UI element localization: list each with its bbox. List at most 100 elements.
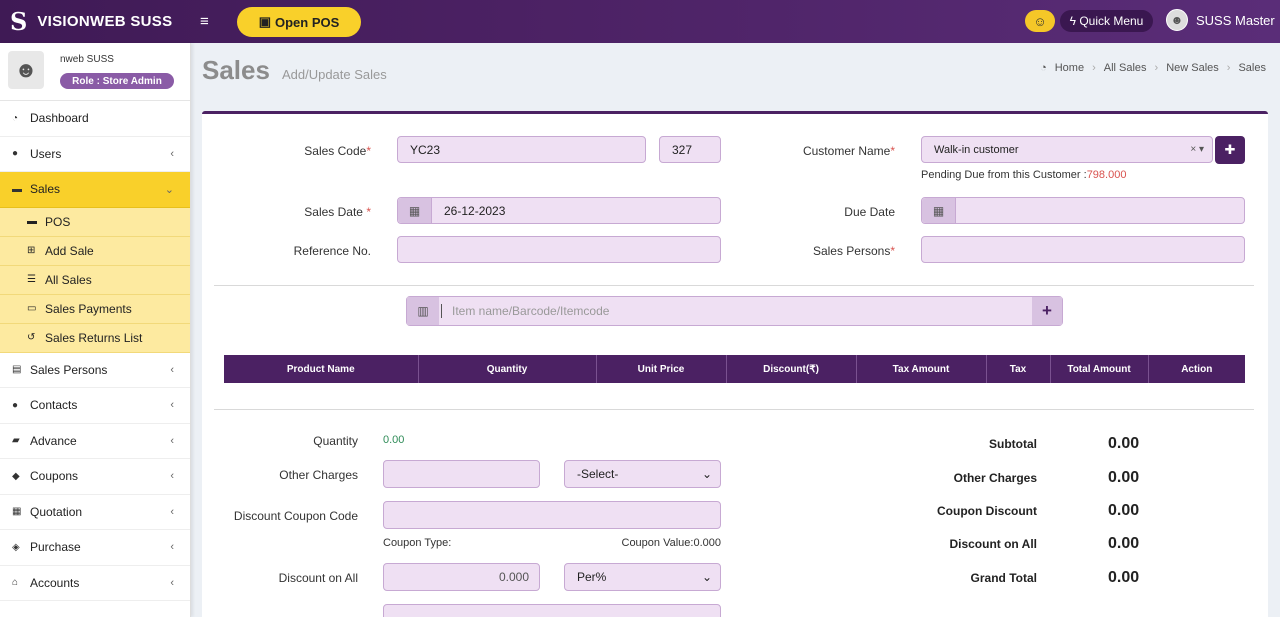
list-icon: ☰ bbox=[27, 274, 36, 285]
breadcrumb-home[interactable]: Home bbox=[1055, 62, 1084, 74]
undo-icon: ↺ bbox=[27, 332, 36, 343]
column-header: Quantity bbox=[418, 355, 597, 383]
item-search-bar[interactable]: ▥ Item name/Barcode/Itemcode + bbox=[406, 296, 1063, 326]
note-input[interactable] bbox=[383, 604, 721, 617]
due-date-input[interactable]: ▦ bbox=[921, 197, 1245, 224]
brand-logo[interactable]: S VISIONWEB SUSS bbox=[0, 0, 190, 43]
discount-type-select[interactable]: Per% ⌄ bbox=[564, 563, 721, 591]
tag-icon: ◆ bbox=[12, 470, 20, 482]
sidebar-subitem-sales-returns[interactable]: ↺ Sales Returns List bbox=[0, 323, 190, 353]
sales-persons-input[interactable] bbox=[921, 236, 1245, 263]
other-charges-input[interactable] bbox=[383, 460, 540, 488]
other-charges-select-value: -Select- bbox=[577, 467, 619, 481]
reference-no-input[interactable] bbox=[397, 236, 721, 263]
discount-on-all-input[interactable]: 0.000 bbox=[383, 563, 540, 591]
user-menu[interactable]: ☻ SUSS Master bbox=[1166, 9, 1275, 31]
breadcrumb-separator: › bbox=[1092, 62, 1096, 74]
barcode-icon: ▥ bbox=[407, 297, 439, 325]
sidebar-item-quotation[interactable]: ▦ Quotation ‹ bbox=[0, 495, 190, 530]
sidebar-item-dashboard[interactable]: ◔ Dashboard bbox=[0, 101, 190, 137]
sidebar: ☻ nweb SUSS Role : Store Admin ◔ Dashboa… bbox=[0, 43, 191, 617]
sidebar-subitem-label: Sales Payments bbox=[45, 301, 132, 316]
bank-icon: ⌂ bbox=[12, 577, 19, 589]
sidebar-item-coupons[interactable]: ◆ Coupons ‹ bbox=[0, 459, 190, 495]
breadcrumb-new-sales[interactable]: New Sales bbox=[1166, 62, 1219, 74]
pending-due-text: Pending Due from this Customer :798.000 bbox=[921, 169, 1127, 181]
column-header: Action bbox=[1148, 355, 1245, 383]
sidebar-profile: ☻ nweb SUSS Role : Store Admin bbox=[0, 43, 190, 101]
chevron-down-icon: ⌄ bbox=[701, 570, 712, 584]
quantity-value: 0.00 bbox=[383, 434, 405, 446]
open-pos-button[interactable]: ▣ Open POS bbox=[237, 7, 361, 37]
calendar-icon: ▦ bbox=[398, 198, 432, 223]
money-icon: ▭ bbox=[27, 303, 37, 314]
breadcrumb-all-sales[interactable]: All Sales bbox=[1104, 62, 1147, 74]
grand-total-value: 0.00 bbox=[1108, 569, 1140, 586]
users-icon: ● bbox=[12, 399, 19, 411]
chevron-left-icon: ‹ bbox=[170, 434, 174, 447]
chevron-left-icon: ‹ bbox=[170, 541, 174, 554]
sidebar-item-accounts[interactable]: ⌂ Accounts ‹ bbox=[0, 566, 190, 601]
dashboard-icon: ◔ bbox=[12, 112, 19, 124]
sales-date-input[interactable]: ▦ 26-12-2023 bbox=[397, 197, 721, 224]
discount-coupon-input[interactable] bbox=[383, 501, 721, 529]
sidebar-item-sales-persons[interactable]: ▤ Sales Persons ‹ bbox=[0, 353, 190, 388]
breadcrumb-current: Sales bbox=[1238, 62, 1266, 74]
sidebar-subitem-sales-payments[interactable]: ▭ Sales Payments bbox=[0, 294, 190, 324]
chevron-left-icon: ‹ bbox=[170, 363, 174, 376]
sidebar-item-label: Users bbox=[30, 146, 62, 161]
sidebar-item-sales[interactable]: ▬ Sales ⌄ bbox=[0, 172, 190, 208]
customer-select[interactable]: Walk-in customer × ▾ bbox=[921, 136, 1213, 163]
clear-and-dropdown-icon[interactable]: × ▾ bbox=[1190, 144, 1204, 155]
item-search-input[interactable]: Item name/Barcode/Itemcode bbox=[441, 304, 1032, 318]
other-charges-select[interactable]: -Select- ⌄ bbox=[564, 460, 721, 488]
sales-code-prefix-input[interactable]: YC23 bbox=[397, 136, 646, 163]
other-charges-label: Other Charges bbox=[279, 468, 358, 482]
chevron-left-icon: ‹ bbox=[170, 147, 174, 160]
other-charges-total-label: Other Charges bbox=[953, 471, 1037, 485]
sidebar-item-label: Purchase bbox=[30, 540, 81, 555]
breadcrumb: ◔ Home › All Sales › New Sales › Sales bbox=[1040, 62, 1266, 74]
coupon-type-text: Coupon Type: bbox=[383, 537, 452, 549]
sidebar-toggle-button[interactable]: ≡ bbox=[200, 13, 209, 30]
add-customer-button[interactable]: ✚ bbox=[1215, 136, 1245, 164]
sidebar-item-label: Advance bbox=[30, 433, 77, 448]
sidebar-subitem-label: POS bbox=[45, 214, 71, 229]
sidebar-subitem-label: All Sales bbox=[45, 272, 92, 287]
sales-date-label: Sales Date * bbox=[304, 205, 371, 219]
calendar-icon: ▦ bbox=[922, 198, 956, 223]
sidebar-subitem-pos[interactable]: ▬ POS bbox=[0, 207, 190, 237]
sidebar-subitem-add-sale[interactable]: ⊞ Add Sale bbox=[0, 236, 190, 266]
reference-no-label: Reference No. bbox=[293, 244, 371, 258]
user-name: SUSS Master bbox=[1196, 12, 1275, 28]
sidebar-item-purchase[interactable]: ◈ Purchase ‹ bbox=[0, 530, 190, 566]
chevron-down-icon: ⌄ bbox=[164, 183, 174, 196]
chevron-left-icon: ‹ bbox=[170, 399, 174, 412]
discount-type-value: Per% bbox=[577, 570, 607, 584]
notification-icon[interactable]: ☺ bbox=[1025, 10, 1055, 32]
role-badge: Role : Store Admin bbox=[60, 73, 174, 89]
calendar-icon: ▦ bbox=[12, 506, 22, 518]
sidebar-subitem-all-sales[interactable]: ☰ All Sales bbox=[0, 265, 190, 295]
chevron-down-icon: ⌄ bbox=[701, 467, 712, 481]
sidebar-menu: ◔ Dashboard ● Users ‹ ▬ Sales ⌄ ▬ POS ⊞ … bbox=[0, 101, 190, 601]
add-item-button[interactable]: + bbox=[1032, 297, 1062, 325]
sidebar-item-contacts[interactable]: ● Contacts ‹ bbox=[0, 388, 190, 424]
logo-mark: S bbox=[10, 7, 28, 36]
page-heading: Sales Add/Update Sales bbox=[202, 55, 387, 86]
open-pos-label: Open POS bbox=[275, 14, 340, 30]
column-header: Product Name bbox=[224, 355, 419, 383]
sales-persons-label: Sales Persons* bbox=[812, 244, 895, 258]
sidebar-item-users[interactable]: ● Users ‹ bbox=[0, 137, 190, 172]
sales-code-number-input[interactable]: 327 bbox=[659, 136, 721, 163]
breadcrumb-separator: › bbox=[1226, 62, 1231, 74]
user-avatar: ☻ bbox=[1166, 9, 1188, 31]
user-icon: ● bbox=[12, 148, 19, 160]
profile-avatar: ☻ bbox=[8, 51, 44, 89]
subtotal-value: 0.00 bbox=[1108, 435, 1140, 452]
sidebar-item-label: Coupons bbox=[30, 469, 79, 484]
sidebar-item-advance[interactable]: ▰ Advance ‹ bbox=[0, 424, 190, 459]
sales-date-value: 26-12-2023 bbox=[444, 203, 506, 218]
quick-menu-button[interactable]: ϟ Quick Menu bbox=[1060, 10, 1153, 32]
sales-code-label: Sales Code* bbox=[304, 144, 371, 158]
